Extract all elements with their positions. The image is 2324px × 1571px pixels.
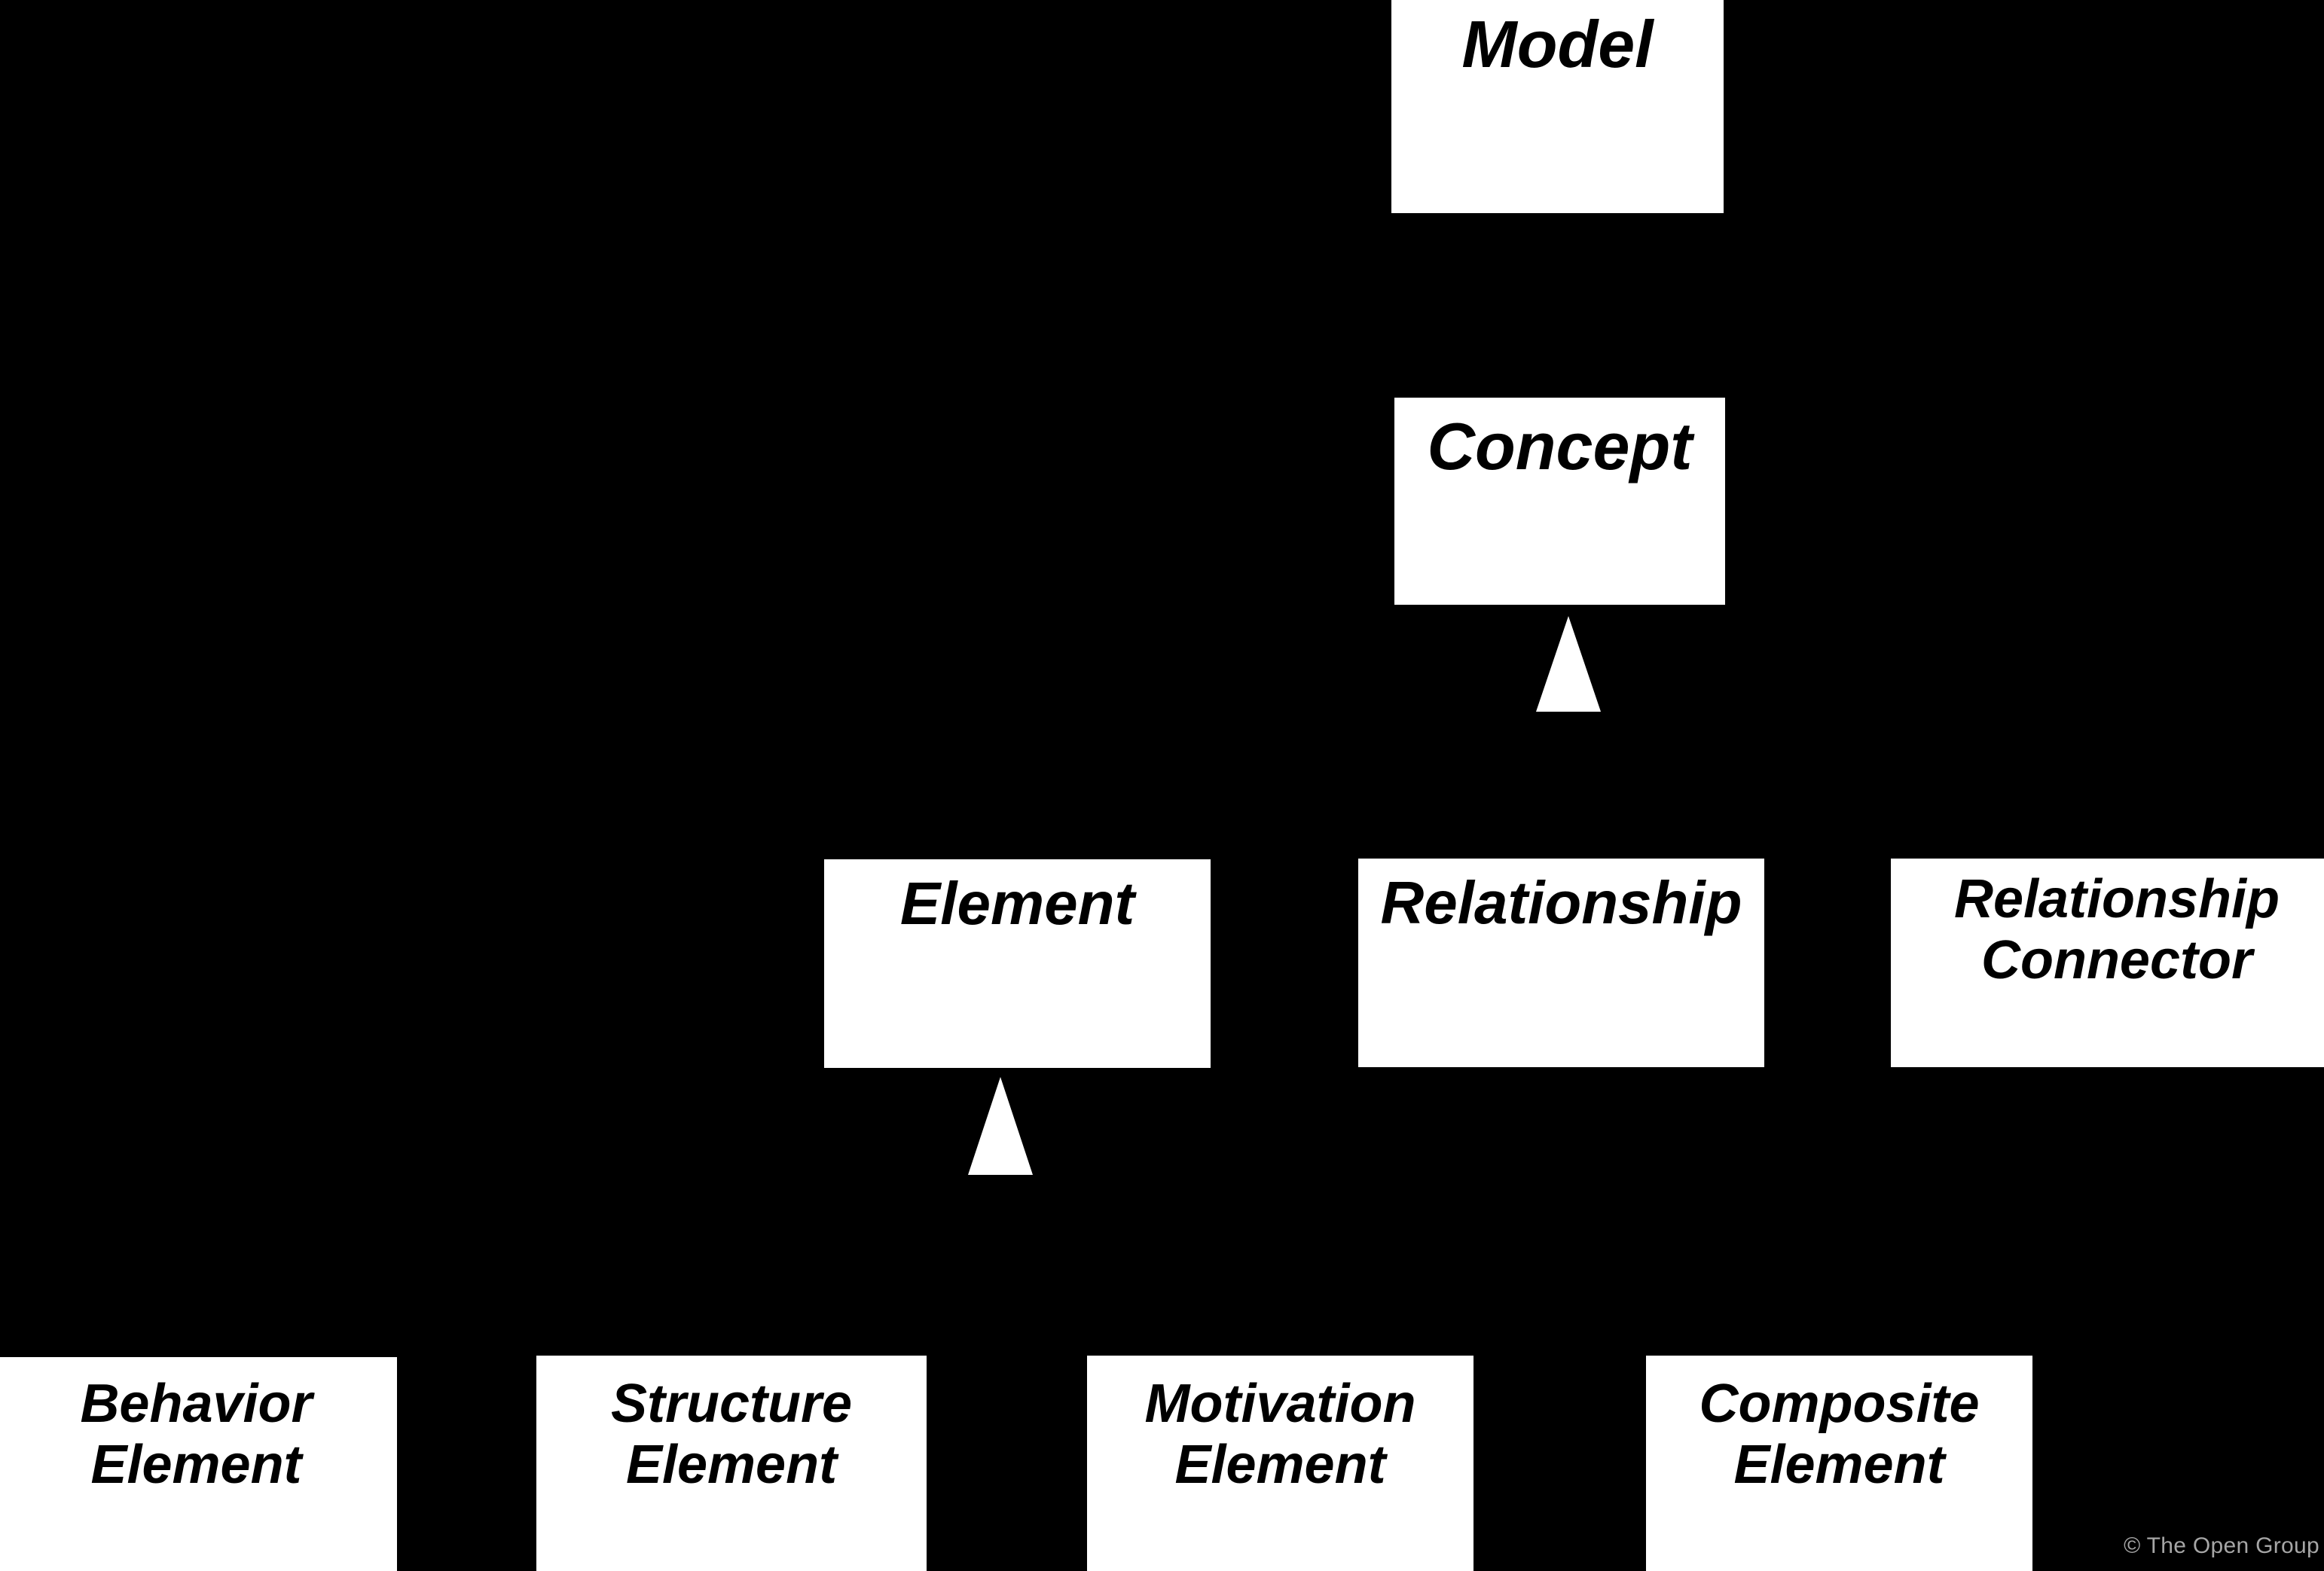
copyright-notice: © The Open Group — [2124, 1533, 2319, 1558]
class-label-model: Model — [1461, 7, 1654, 81]
class-label-composite-element: Composite Element — [1699, 1374, 1980, 1495]
class-label-relationship: Relationship — [1380, 869, 1742, 936]
class-box-behavior-element[interactable]: Behavior Element — [0, 1357, 397, 1571]
class-label-relationship-connector: Relationship Connector — [1953, 869, 2280, 990]
diagram-canvas: Model Concept Element Relationship Relat… — [0, 0, 2324, 1571]
class-box-element[interactable]: Element — [824, 859, 1211, 1068]
class-box-motivation-element[interactable]: Motivation Element — [1087, 1356, 1473, 1571]
class-box-concept[interactable]: Concept — [1394, 398, 1725, 605]
class-label-structure-element: Structure Element — [610, 1374, 853, 1495]
class-label-concept: Concept — [1427, 409, 1693, 484]
class-label-behavior-element: Behavior Element — [80, 1374, 313, 1495]
generalization-arrowhead-icon-concept — [1536, 616, 1601, 712]
class-label-motivation-element: Motivation Element — [1144, 1374, 1416, 1495]
class-box-relationship-connector[interactable]: Relationship Connector — [1891, 859, 2324, 1067]
generalization-arrowhead-icon-element — [968, 1077, 1033, 1175]
class-box-relationship[interactable]: Relationship — [1358, 859, 1764, 1067]
class-label-element: Element — [899, 870, 1135, 937]
class-box-structure-element[interactable]: Structure Element — [536, 1356, 927, 1571]
class-box-composite-element[interactable]: Composite Element — [1646, 1356, 2032, 1571]
class-box-model[interactable]: Model — [1391, 0, 1724, 213]
